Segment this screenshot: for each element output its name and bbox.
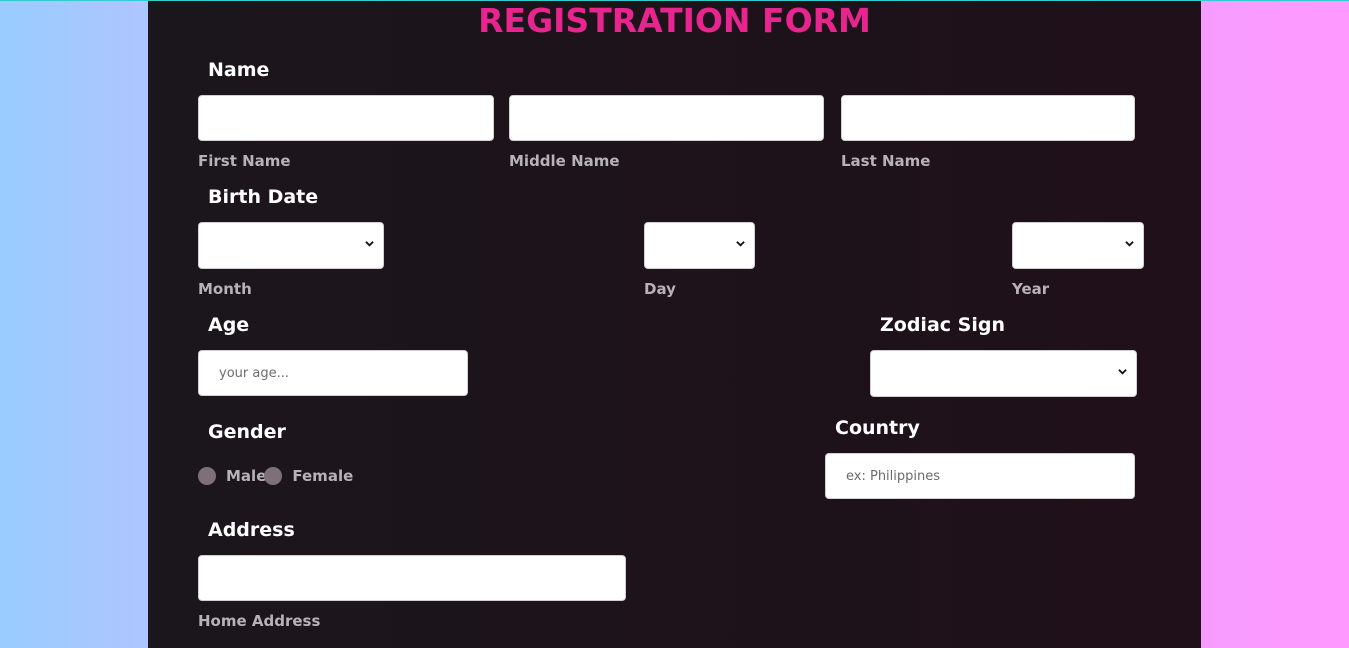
birth-date-label: Birth Date <box>208 186 319 208</box>
day-select[interactable] <box>644 222 755 269</box>
country-input[interactable] <box>825 453 1135 499</box>
chevron-down-icon <box>1118 369 1127 375</box>
male-radio-label[interactable]: Male <box>226 467 266 485</box>
home-address-input[interactable] <box>198 555 626 601</box>
day-label: Day <box>644 280 676 298</box>
chevron-down-icon <box>1125 241 1134 247</box>
name-label: Name <box>208 59 270 81</box>
first-name-label: First Name <box>198 152 291 170</box>
last-name-input[interactable] <box>841 95 1135 141</box>
country-label: Country <box>835 417 920 439</box>
age-label: Age <box>208 314 250 336</box>
chevron-down-icon <box>365 241 374 247</box>
form-title: REGISTRATION FORM <box>478 1 871 40</box>
age-input[interactable] <box>198 350 468 396</box>
registration-form: REGISTRATION FORM Name First Name Middle… <box>148 1 1201 648</box>
chevron-down-icon <box>736 241 745 247</box>
home-address-label: Home Address <box>198 612 321 630</box>
gender-radio-group: Male Female <box>198 467 353 485</box>
female-radio-label[interactable]: Female <box>292 467 353 485</box>
first-name-input[interactable] <box>198 95 494 141</box>
zodiac-sign-label: Zodiac Sign <box>880 314 1005 336</box>
middle-name-label: Middle Name <box>509 152 620 170</box>
zodiac-sign-select[interactable] <box>870 350 1137 397</box>
year-label: Year <box>1012 280 1050 298</box>
month-select[interactable] <box>198 222 384 269</box>
address-label: Address <box>208 519 295 541</box>
year-select[interactable] <box>1012 222 1144 269</box>
gender-label: Gender <box>208 421 286 443</box>
male-radio[interactable] <box>198 467 216 485</box>
female-radio[interactable] <box>264 467 283 485</box>
month-label: Month <box>198 280 252 298</box>
middle-name-input[interactable] <box>509 95 824 141</box>
last-name-label: Last Name <box>841 152 931 170</box>
